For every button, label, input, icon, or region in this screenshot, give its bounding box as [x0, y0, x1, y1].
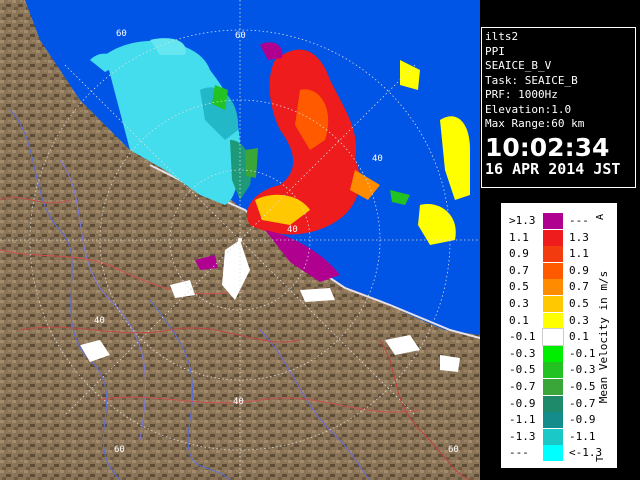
site-name: ilts2: [485, 30, 519, 43]
legend-swatch: [543, 262, 563, 279]
scan-time: 10:02:34: [485, 132, 610, 162]
legend-row-lower: -1.1: [509, 413, 536, 427]
legend-row-lower: 0.9: [509, 247, 529, 261]
legend-row-lower: -0.1: [509, 330, 536, 344]
ring-label: 40: [372, 154, 383, 164]
radar-site-marker: [238, 238, 242, 242]
legend-swatch: [543, 345, 563, 362]
legend-swatch: [543, 445, 563, 462]
legend-marker-bottom: T: [595, 456, 606, 462]
product-name: SEAICE_B_V: [485, 59, 552, 72]
radar-info-panel: ilts2 PPI SEAICE_B_V Task: SEAICE_B PRF:…: [481, 27, 636, 188]
ring-label: 60: [235, 31, 246, 41]
ring-label: 40: [94, 316, 105, 326]
legend-row-lower: 1.1: [509, 230, 529, 244]
scan-date: 16 APR 2014 JST: [485, 159, 621, 178]
ring-label: 40: [233, 397, 244, 407]
legend-swatch: [543, 229, 563, 246]
legend-swatch: [543, 379, 563, 395]
legend-row-lower: 0.1: [509, 313, 529, 327]
legend-marker-top: A: [595, 214, 606, 220]
legend-row-lower: 0.7: [509, 263, 529, 277]
legend-row-lower: -0.7: [509, 380, 536, 393]
ring-label: 40: [287, 225, 298, 235]
prf-value: PRF: 1000Hz: [485, 88, 558, 101]
legend-swatch: [542, 328, 564, 347]
legend-row-lower: -0.3: [509, 346, 536, 360]
legend-swatch: [543, 213, 563, 229]
ring-label: 60: [116, 29, 127, 39]
legend-swatch: [543, 362, 563, 379]
legend-row-lower: -1.3: [509, 429, 536, 443]
legend-swatch: [543, 296, 563, 312]
legend-row-lower: 0.5: [509, 280, 529, 294]
legend-row-lower: 0.3: [509, 297, 529, 310]
scan-mode: PPI: [485, 44, 505, 58]
legend-row-lower: ---: [509, 446, 529, 460]
legend-swatch: [543, 279, 563, 296]
elevation-value: Elevation:1.0: [485, 102, 572, 116]
radar-ppi-map[interactable]: 60 40 40 40 40 60 60 60: [0, 0, 480, 480]
max-range-value: Max Range:60 km: [485, 117, 585, 130]
task-name: Task: SEAICE_B: [485, 73, 578, 87]
legend-row-lower: -0.9: [509, 396, 536, 410]
velocity-legend: >1.3 --- 1.1 1.3 0.9 1.1 0.7 0.9 0.5 0.7 0.3 0.5 0.1…: [501, 203, 617, 468]
ring-label: 60: [114, 445, 125, 455]
legend-title: Mean Velocity in m/s: [597, 271, 610, 403]
ring-label: 60: [448, 445, 459, 455]
legend-row-lower: >1.3: [509, 214, 536, 227]
legend-swatch: [543, 312, 563, 329]
legend-swatch: [543, 428, 563, 445]
legend-swatch: [543, 395, 563, 412]
legend-row-lower: -0.5: [509, 363, 536, 377]
legend-swatch: [543, 412, 563, 429]
legend-title-container: A Mean Velocity in m/s T: [595, 214, 610, 462]
legend-swatch: [543, 246, 563, 263]
